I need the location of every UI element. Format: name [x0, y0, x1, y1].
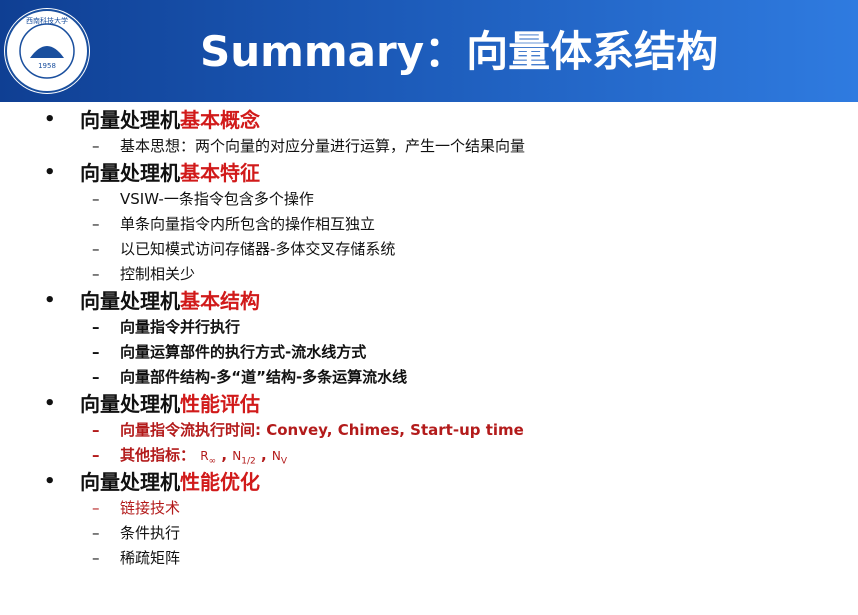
list-item-metrics: – 其他指标： R∞ , N1/2 , NV [0, 443, 858, 468]
list-item: – 向量指令并行执行 [0, 315, 858, 340]
dash-icon: – [92, 215, 100, 233]
section-highlight: 基本概念 [180, 108, 260, 132]
list-item: – 条件执行 [0, 521, 858, 546]
list-item: – 链接技术 [0, 496, 858, 521]
dash-icon: – [92, 549, 100, 567]
section-prefix: 向量处理机 [80, 289, 180, 313]
svg-text:西南科技大学: 西南科技大学 [26, 16, 68, 25]
page-title: Summary：向量体系结构 [200, 27, 719, 76]
list-item-text: 链接技术 [120, 499, 181, 517]
list-item: – 基本思想：两个向量的对应分量进行运算，产生一个结果向量 [0, 134, 858, 159]
list-item-text: 单条向量指令内所包含的操作相互独立 [120, 215, 376, 233]
list-item: – 控制相关少 [0, 262, 858, 287]
list-item-text: 向量部件结构-多“道”结构-多条运算流水线 [120, 368, 408, 386]
list-item-text: 向量指令并行执行 [120, 318, 241, 336]
dash-icon: – [92, 343, 100, 361]
dash-icon: – [92, 265, 100, 283]
university-logo: 1958 西南科技大学 [4, 8, 90, 94]
svg-text:1958: 1958 [38, 62, 56, 70]
list-item: – 向量运算部件的执行方式-流水线方式 [0, 340, 858, 365]
list-item-text: 条件执行 [120, 524, 181, 542]
section-heading-features: • 向量处理机基本特征 [0, 159, 858, 187]
dash-icon: – [92, 446, 100, 464]
section-prefix: 向量处理机 [80, 470, 180, 494]
list-item: – VSIW-一条指令包含多个操作 [0, 187, 858, 212]
section-highlight: 基本特征 [180, 161, 260, 185]
metric-n-half: N1/2 [232, 449, 256, 467]
metric-separator: , [260, 446, 267, 464]
dash-icon: – [92, 318, 100, 336]
dash-icon: – [92, 421, 100, 439]
section-heading-performance: • 向量处理机性能评估 [0, 390, 858, 418]
metrics-label: 其他指标： [120, 446, 196, 464]
section-highlight: 性能评估 [180, 392, 260, 416]
list-item: – 向量部件结构-多“道”结构-多条运算流水线 [0, 365, 858, 390]
bullet-icon: • [44, 162, 56, 183]
bullet-icon: • [44, 393, 56, 414]
bullet-icon: • [44, 109, 56, 130]
dash-icon: – [92, 190, 100, 208]
list-item-text: 以已知模式访问存储器-多体交叉存储系统 [120, 240, 396, 258]
section-heading-structure: • 向量处理机基本结构 [0, 287, 858, 315]
bullet-icon: • [44, 471, 56, 492]
dash-icon: – [92, 524, 100, 542]
list-item-text: 向量运算部件的执行方式-流水线方式 [120, 343, 367, 361]
section-prefix: 向量处理机 [80, 392, 180, 416]
list-item-text: 控制相关少 [120, 265, 196, 283]
bullet-icon: • [44, 290, 56, 311]
metric-n-v: NV [271, 449, 288, 467]
list-item-text: 向量指令流执行时间: Convey, Chimes, Start-up time [120, 421, 524, 439]
section-prefix: 向量处理机 [80, 108, 180, 132]
section-highlight: 性能优化 [180, 470, 260, 494]
list-item: – 单条向量指令内所包含的操作相互独立 [0, 212, 858, 237]
metric-separator: , [221, 446, 228, 464]
section-heading-optimization: • 向量处理机性能优化 [0, 468, 858, 496]
section-highlight: 基本结构 [180, 289, 260, 313]
list-item-text: VSIW-一条指令包含多个操作 [120, 190, 314, 208]
dash-icon: – [92, 240, 100, 258]
university-seal-icon: 1958 西南科技大学 [5, 9, 89, 93]
list-item-text: 稀疏矩阵 [120, 549, 181, 567]
list-item: – 向量指令流执行时间: Convey, Chimes, Start-up ti… [0, 418, 858, 443]
metric-r-infinity: R∞ [200, 449, 217, 467]
list-item-text: 基本思想：两个向量的对应分量进行运算，产生一个结果向量 [120, 137, 526, 155]
summary-outline: • 向量处理机基本概念 – 基本思想：两个向量的对应分量进行运算，产生一个结果向… [0, 106, 858, 571]
slide-header: 1958 西南科技大学 Summary：向量体系结构 [0, 0, 858, 102]
list-item: – 稀疏矩阵 [0, 546, 858, 571]
list-item: – 以已知模式访问存储器-多体交叉存储系统 [0, 237, 858, 262]
dash-icon: – [92, 137, 100, 155]
dash-icon: – [92, 499, 100, 517]
section-prefix: 向量处理机 [80, 161, 180, 185]
dash-icon: – [92, 368, 100, 386]
section-heading-concept: • 向量处理机基本概念 [0, 106, 858, 134]
